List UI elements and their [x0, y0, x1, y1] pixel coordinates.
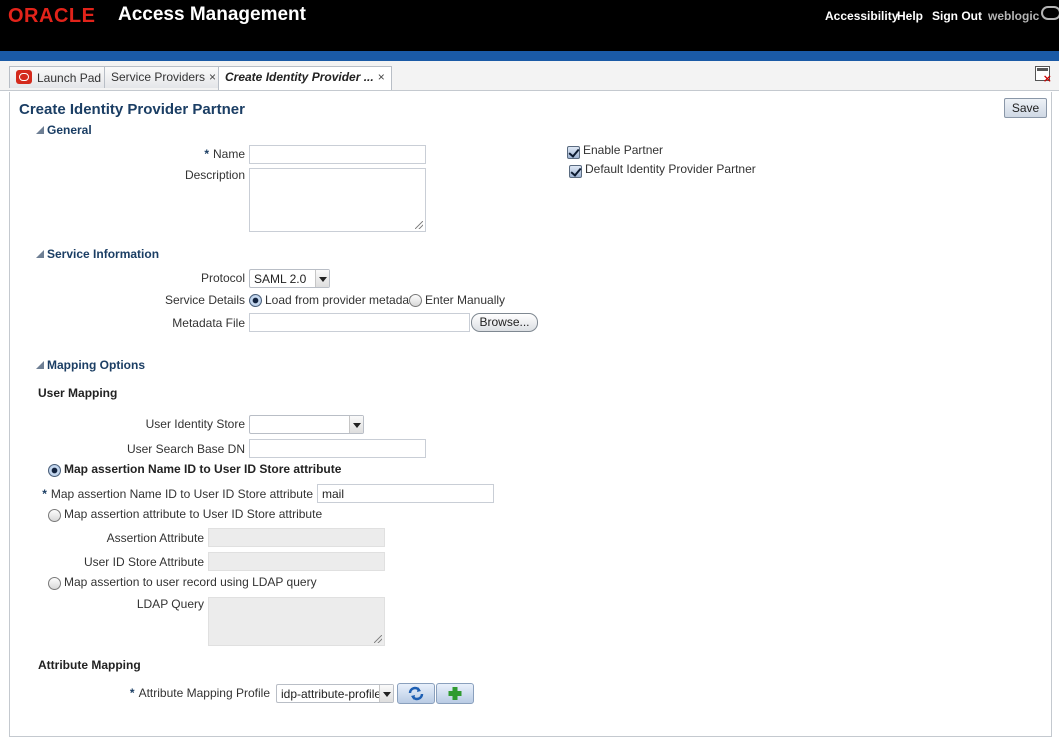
section-mapping-options-header[interactable]: Mapping Options: [36, 358, 145, 372]
map-ldap-option-label: Map assertion to user record using LDAP …: [64, 575, 317, 589]
chevron-down-icon: [315, 270, 329, 287]
map-name-id-radio[interactable]: [48, 464, 61, 477]
name-id-attr-label: * Map assertion Name ID to User ID Store …: [42, 487, 313, 501]
attribute-mapping-profile-label: * Attribute Mapping Profile: [129, 686, 270, 700]
save-button[interactable]: Save: [1004, 98, 1047, 118]
tab-service-providers[interactable]: Service Providers ×: [104, 66, 224, 88]
metadata-file-label: Metadata File: [172, 316, 245, 330]
enable-partner-checkbox[interactable]: [567, 146, 580, 159]
content-panel: [9, 92, 1052, 737]
close-all-tabs-icon[interactable]: [1035, 66, 1052, 85]
help-link[interactable]: Help: [897, 9, 923, 23]
add-icon: [448, 687, 462, 700]
attribute-mapping-profile-select[interactable]: idp-attribute-profile: [276, 684, 394, 703]
user-id-store-attr-label: User ID Store Attribute: [83, 555, 204, 569]
required-marker: *: [204, 147, 209, 161]
oracle-o-icon: [1041, 6, 1059, 20]
close-icon[interactable]: ×: [378, 70, 385, 84]
page-title: Create Identity Provider Partner: [19, 101, 245, 118]
chevron-down-icon: [349, 416, 363, 433]
section-general-header[interactable]: General: [36, 123, 92, 137]
app-title: Access Management: [118, 4, 306, 25]
assertion-attr-field[interactable]: [208, 528, 385, 547]
ldap-query-label: LDAP Query: [136, 597, 204, 611]
resize-grip-icon[interactable]: [374, 635, 382, 643]
default-idp-label: Default Identity Provider Partner: [585, 162, 756, 176]
protocol-value: SAML 2.0: [254, 272, 307, 286]
tab-launch-pad[interactable]: Launch Pad: [9, 66, 109, 88]
enter-manually-label: Enter Manually: [425, 293, 506, 307]
add-profile-button[interactable]: [436, 683, 474, 704]
default-idp-checkbox[interactable]: [569, 165, 582, 178]
user-search-base-dn-label: User Search Base DN: [126, 442, 245, 456]
map-attribute-option-label: Map assertion attribute to User ID Store…: [64, 507, 323, 521]
tab-create-identity-provider[interactable]: Create Identity Provider ... ×: [218, 66, 392, 90]
attribute-mapping-header: Attribute Mapping: [38, 658, 141, 672]
tab-label: Service Providers: [111, 70, 206, 84]
ldap-query-field[interactable]: [208, 597, 385, 646]
user-id-store-attr-field[interactable]: [208, 552, 385, 571]
map-name-id-option-label: Map assertion Name ID to User ID Store a…: [64, 462, 342, 476]
header-accent-strip: [0, 51, 1059, 61]
required-marker: *: [42, 487, 47, 501]
required-marker: *: [129, 686, 135, 700]
enable-partner-label: Enable Partner: [583, 143, 664, 157]
resize-grip-icon[interactable]: [415, 221, 423, 229]
description-field[interactable]: [249, 168, 426, 232]
name-id-attr-field[interactable]: mail: [317, 484, 494, 503]
protocol-label: Protocol: [200, 271, 245, 285]
user-identity-store-select[interactable]: [249, 415, 364, 434]
enter-manually-radio[interactable]: [409, 294, 422, 307]
name-field[interactable]: [249, 145, 426, 164]
collapse-triangle-icon[interactable]: [36, 126, 44, 134]
section-service-information-header[interactable]: Service Information: [36, 247, 159, 261]
description-label: Description: [184, 168, 245, 182]
user-search-base-dn-field[interactable]: [249, 439, 426, 458]
protocol-select[interactable]: SAML 2.0: [249, 269, 330, 288]
name-label: * Name: [204, 147, 245, 161]
profile-value: idp-attribute-profile: [281, 687, 382, 701]
tab-label: Create Identity Provider ...: [225, 70, 374, 84]
metadata-file-field[interactable]: [249, 313, 470, 332]
user-name: weblogic: [988, 9, 1040, 23]
launch-pad-icon: [16, 70, 32, 84]
refresh-profile-button[interactable]: [397, 683, 435, 704]
oracle-logo: ORACLE: [8, 5, 96, 27]
assertion-attr-label: Assertion Attribute: [106, 531, 204, 545]
user-mapping-header: User Mapping: [38, 386, 118, 400]
user-identity-store-label: User Identity Store: [145, 417, 245, 431]
map-ldap-radio[interactable]: [48, 577, 61, 590]
section-title: General: [47, 123, 92, 137]
section-title: Mapping Options: [47, 358, 145, 372]
sign-out-link[interactable]: Sign Out: [932, 9, 982, 23]
browse-button[interactable]: Browse...: [471, 313, 538, 332]
collapse-triangle-icon[interactable]: [36, 250, 44, 258]
load-metadata-label: Load from provider metadata: [265, 293, 420, 307]
tab-label: Launch Pad: [37, 71, 102, 85]
service-details-label: Service Details: [164, 293, 245, 307]
refresh-icon: [408, 686, 424, 701]
accessibility-link[interactable]: Accessibility: [825, 9, 898, 23]
section-title: Service Information: [47, 247, 160, 261]
map-attribute-radio[interactable]: [48, 509, 61, 522]
collapse-triangle-icon[interactable]: [36, 361, 44, 369]
load-metadata-radio[interactable]: [249, 294, 262, 307]
chevron-down-icon: [379, 685, 393, 702]
close-icon[interactable]: ×: [209, 70, 216, 84]
